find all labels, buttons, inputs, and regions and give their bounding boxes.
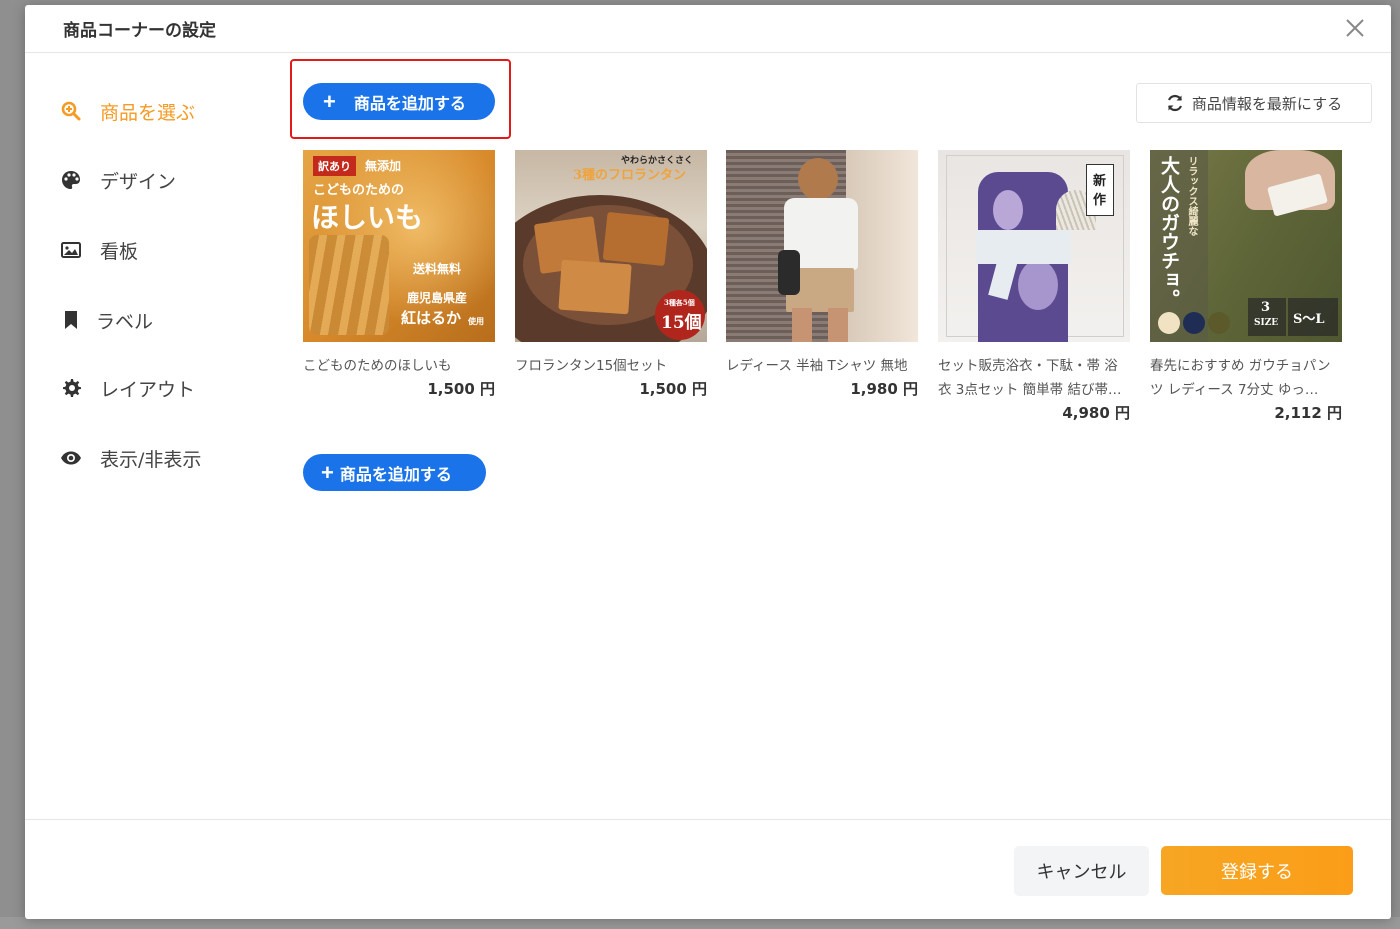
product-card[interactable]: レディース 半袖 Tシャツ 無地 1,980 円 [726, 150, 918, 400]
thumb-text: リラックス綺麗な [1186, 156, 1197, 236]
sidebar-item-label: レイアウト [100, 378, 196, 401]
add-product-label: 商品を追加する [353, 95, 466, 113]
add-product-label: 商品を追加する [339, 466, 452, 484]
refresh-product-info-button[interactable]: 商品情報を最新にする [1136, 83, 1372, 123]
thumb-text: ほしいも [311, 201, 424, 234]
sidebar-item-label: ラベル [96, 310, 154, 333]
thumb-text: S〜L [1293, 312, 1325, 327]
product-name: 春先におすすめ ガウチョパンツ レディース 7分丈 ゆっ… [1150, 358, 1331, 398]
product-price: 2,112 円 [1274, 404, 1342, 422]
footer-divider [25, 819, 1391, 820]
product-name: セット販売浴衣・下駄・帯 浴衣 3点セット 簡単帯 結び帯… [938, 358, 1122, 398]
product-name: フロランタン15個セット [515, 358, 668, 374]
product-price: 1,980 円 [850, 380, 918, 398]
thumb-text: 新 [1093, 174, 1107, 189]
thumb-text: 3種各5個 [664, 298, 695, 307]
product-thumbnail [726, 150, 918, 342]
plus-icon: + [323, 88, 336, 114]
product-card[interactable]: 新 作 セット販売浴衣・下駄・帯 浴衣 3点セット 簡単帯 結び帯… 4,980… [938, 150, 1130, 424]
thumb-text: 鹿児島県産 [407, 291, 468, 305]
refresh-icon [1166, 94, 1184, 112]
thumb-text: 3 [1261, 300, 1271, 315]
sidebar-item-label: 表示/非表示 [100, 448, 202, 471]
thumb-text: 送料無料 [413, 262, 462, 276]
thumb-text: 訳あり [313, 156, 356, 176]
close-icon[interactable] [1343, 16, 1367, 40]
product-name: レディース 半袖 Tシャツ 無地 [726, 358, 908, 374]
product-thumbnail: 訳あり 無添加 こどものための ほしいも 送料無料 鹿児島県産 紅はるか 使用 [303, 150, 495, 342]
product-name: こどものためのほしいも [303, 358, 452, 374]
thumb-text: 15個 [661, 313, 702, 333]
refresh-label: 商品情報を最新にする [1191, 94, 1343, 113]
product-card[interactable]: リラックス綺麗な 大人のガウチョ。 3 SIZE S〜L 春先におすすめ ガウチ… [1150, 150, 1342, 424]
eye-icon [60, 447, 82, 469]
modal-header: 商品コーナーの設定 [25, 5, 1391, 53]
product-thumbnail: 新 作 [938, 150, 1130, 342]
thumb-text: 3種のフロランタン [573, 168, 687, 183]
sidebar-item-label: デザイン [100, 170, 177, 193]
cancel-button[interactable]: キャンセル [1014, 846, 1149, 896]
settings-modal: 商品コーナーの設定 商品を選ぶ デザイン 看板 ラベル レイアウト 表示/非表示… [25, 5, 1391, 919]
thumb-text: 紅はるか [401, 309, 462, 327]
thumb-text: 無添加 [365, 159, 402, 173]
product-thumbnail: リラックス綺麗な 大人のガウチョ。 3 SIZE S〜L [1150, 150, 1342, 342]
product-price: 4,980 円 [1062, 404, 1130, 422]
sidebar-item-visibility[interactable]: 表示/非表示 [60, 442, 201, 474]
add-product-button[interactable]: + 商品を追加する [303, 83, 495, 120]
add-product-button-bottom[interactable]: + 商品を追加する [303, 454, 486, 491]
thumb-text: SIZE [1254, 318, 1279, 328]
plus-icon: + [321, 459, 334, 485]
thumb-text: 使用 [468, 316, 484, 326]
sidebar-item-select-products[interactable]: 商品を選ぶ [60, 95, 195, 127]
product-card[interactable]: やわらかさくさく 3種のフロランタン 3種各5個 15個 フロランタン15個セッ… [515, 150, 707, 400]
product-price: 1,500 円 [427, 380, 495, 398]
sidebar-item-design[interactable]: デザイン [60, 164, 176, 196]
thumb-text: 大人のガウチョ。 [1158, 156, 1180, 308]
image-icon [60, 239, 82, 261]
product-price: 1,500 円 [639, 380, 707, 398]
product-thumbnail: やわらかさくさく 3種のフロランタン 3種各5個 15個 [515, 150, 707, 342]
sidebar-item-signboard[interactable]: 看板 [60, 234, 138, 266]
sidebar-item-label: 商品を選ぶ [100, 101, 196, 124]
thumb-text: 作 [1093, 193, 1107, 208]
product-card[interactable]: 訳あり 無添加 こどものための ほしいも 送料無料 鹿児島県産 紅はるか 使用 … [303, 150, 495, 400]
bookmark-icon [60, 309, 82, 331]
modal-title: 商品コーナーの設定 [63, 21, 216, 41]
sidebar-item-label: 看板 [100, 240, 139, 263]
search-plus-icon [60, 100, 82, 122]
submit-button[interactable]: 登録する [1161, 846, 1353, 895]
sidebar-item-label-settings[interactable]: ラベル [60, 304, 153, 336]
gear-icon [60, 377, 82, 399]
palette-icon [60, 169, 82, 191]
sidebar-item-layout[interactable]: レイアウト [60, 372, 195, 404]
